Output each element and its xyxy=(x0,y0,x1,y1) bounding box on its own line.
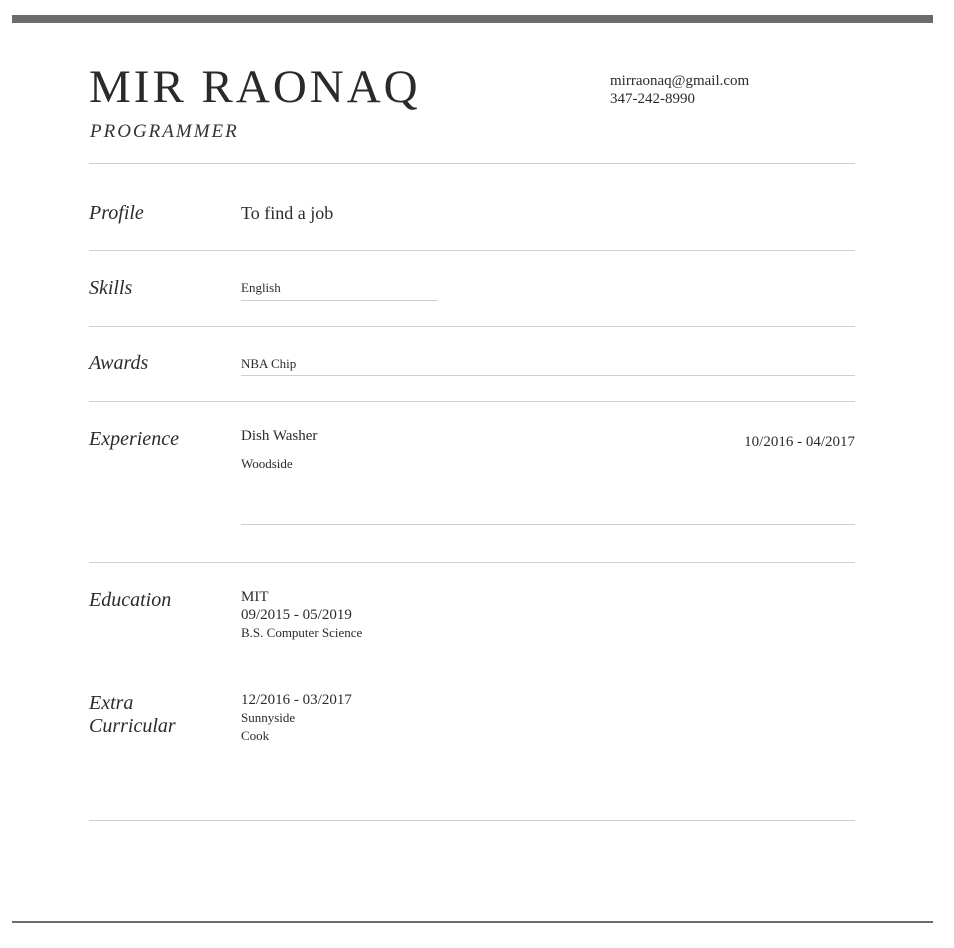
bottom-border-bar xyxy=(12,921,933,923)
education-school: MIT xyxy=(241,589,269,605)
resume-title: PROGRAMMER xyxy=(90,121,239,142)
divider xyxy=(89,326,855,327)
top-border-bar xyxy=(12,15,933,23)
contact-phone: 347-242-8990 xyxy=(610,91,695,107)
section-label-awards: Awards xyxy=(89,352,149,374)
contact-info: mirraonaq@gmail.com 347-242-8990 xyxy=(610,72,749,108)
resume-name: MIR RAONAQ xyxy=(89,61,421,113)
experience-company: Woodside xyxy=(241,456,293,471)
divider xyxy=(89,401,855,402)
experience-dates: 10/2016 - 04/2017 xyxy=(744,434,855,450)
experience-position: Dish Washer xyxy=(241,428,318,444)
contact-email[interactable]: mirraonaq@gmail.com xyxy=(610,72,749,90)
education-dates: 09/2015 - 05/2019 xyxy=(241,607,352,623)
section-label-extra-line1: Extra xyxy=(89,692,134,714)
skill-item: English xyxy=(241,280,281,295)
award-item: NBA Chip xyxy=(241,356,297,371)
divider xyxy=(89,250,855,251)
section-label-profile: Profile xyxy=(89,202,144,224)
divider xyxy=(89,562,855,563)
extra-dates: 12/2016 - 03/2017 xyxy=(241,692,352,708)
divider xyxy=(89,820,855,821)
section-label-extra: Extra Curricular xyxy=(89,692,176,738)
section-label-skills: Skills xyxy=(89,277,133,299)
section-label-education: Education xyxy=(89,589,172,611)
extra-role: Cook xyxy=(241,728,270,743)
profile-text: To find a job xyxy=(241,203,334,223)
section-label-experience: Experience xyxy=(89,428,179,450)
skill-underline xyxy=(241,300,438,301)
divider xyxy=(89,163,855,164)
award-underline xyxy=(241,375,855,376)
education-degree: B.S. Computer Science xyxy=(241,625,363,640)
section-label-extra-line2: Curricular xyxy=(89,715,176,737)
experience-underline xyxy=(241,524,855,525)
extra-place: Sunnyside xyxy=(241,710,296,725)
